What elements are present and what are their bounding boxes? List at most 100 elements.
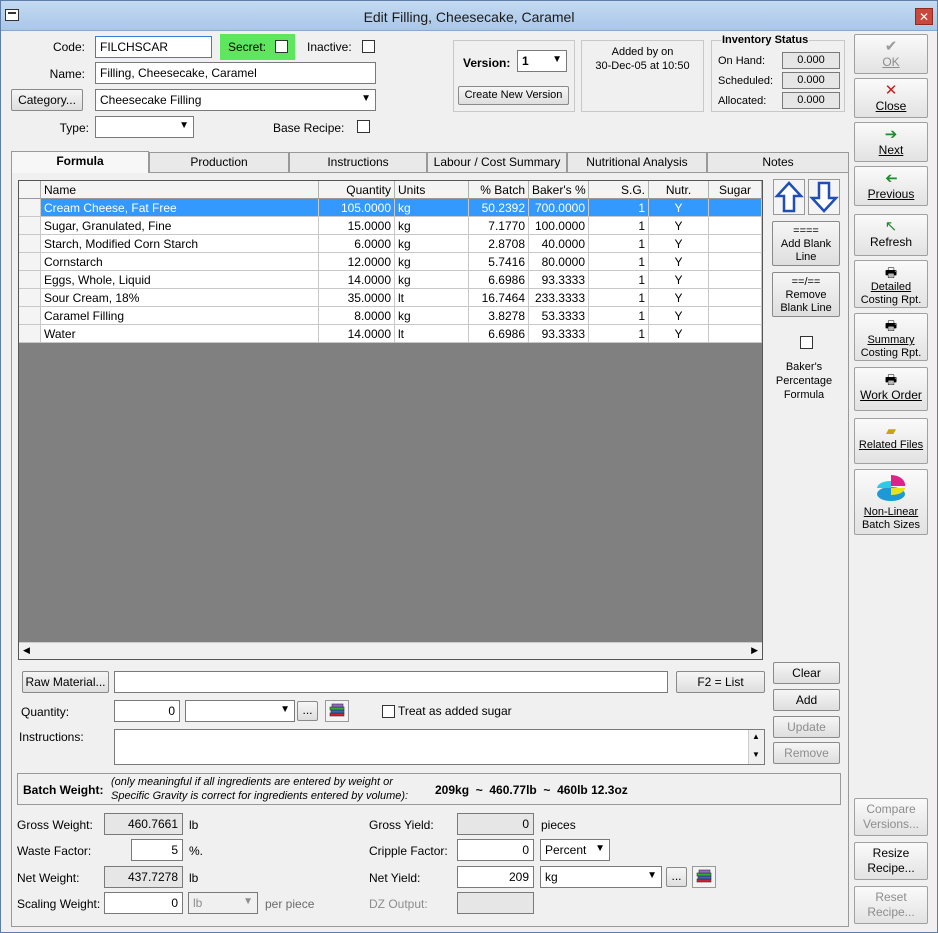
work-order-button[interactable]: 🖶 Work Order — [854, 367, 928, 411]
table-row[interactable]: Starch, Modified Corn Starch 6.0000 kg 2.87… — [19, 235, 762, 253]
refresh-button[interactable]: ↖ Refresh — [854, 214, 928, 256]
resize-recipe-button[interactable]: Resize Recipe... — [854, 842, 928, 880]
cell-name[interactable]: Starch, Modified Corn Starch — [41, 235, 319, 253]
cell-units[interactable]: kg — [395, 307, 469, 325]
next-button[interactable]: ➔ Next — [854, 122, 928, 162]
table-row[interactable]: Water 14.0000 lt 6.6986 93.3333 1 Y — [19, 325, 762, 343]
cell-bakers-pct[interactable]: 80.0000 — [529, 253, 589, 271]
row-selector[interactable] — [19, 253, 41, 271]
version-select[interactable]: 1 ▼ — [517, 50, 567, 72]
non-linear-batch-sizes-button[interactable]: Non-Linear Batch Sizes — [854, 469, 928, 535]
cell-name[interactable]: Cornstarch — [41, 253, 319, 271]
table-row[interactable]: Sour Cream, 18% 35.0000 lt 16.7464 233.3333 1… — [19, 289, 762, 307]
net-yield-books-button[interactable] — [692, 866, 716, 888]
cell-nutr[interactable]: Y — [649, 289, 709, 307]
scroll-up-icon[interactable]: ▲ — [752, 732, 760, 741]
cell-quantity[interactable]: 6.0000 — [319, 235, 395, 253]
net-yield-input[interactable]: 209 — [457, 866, 534, 888]
cripple-unit-select[interactable]: Percent ▼ — [540, 839, 610, 861]
table-row[interactable]: Sugar, Granulated, Fine 15.0000 kg 7.1770 10… — [19, 217, 762, 235]
tab-notes[interactable]: Notes — [707, 152, 849, 172]
scroll-right-icon[interactable]: ▶ — [751, 645, 758, 656]
units-more-button[interactable]: ... — [297, 701, 318, 721]
summary-costing-report-button[interactable]: 🖶 Summary Costing Rpt. — [854, 313, 928, 361]
row-selector[interactable] — [19, 325, 41, 343]
type-select[interactable]: ▼ — [95, 116, 194, 138]
raw-material-button[interactable]: Raw Material... — [22, 671, 109, 693]
table-row[interactable]: Cream Cheese, Fat Free 105.0000 kg 50.2392 7… — [19, 199, 762, 217]
instructions-scrollbar[interactable]: ▲ ▼ — [748, 730, 764, 764]
window-close-button[interactable]: ✕ — [915, 8, 933, 25]
cell-sg[interactable]: 1 — [589, 199, 649, 217]
cell-bakers-pct[interactable]: 233.3333 — [529, 289, 589, 307]
ingredient-grid[interactable]: Name Quantity Units % Batch Baker's % S.… — [18, 180, 763, 660]
col-header-sg[interactable]: S.G. — [589, 181, 649, 199]
cell-batch-pct[interactable]: 16.7464 — [469, 289, 529, 307]
cell-quantity[interactable]: 12.0000 — [319, 253, 395, 271]
cell-units[interactable]: kg — [395, 253, 469, 271]
cell-batch-pct[interactable]: 3.8278 — [469, 307, 529, 325]
update-button[interactable]: Update — [773, 716, 840, 738]
cell-quantity[interactable]: 8.0000 — [319, 307, 395, 325]
clear-button[interactable]: Clear — [773, 662, 840, 684]
cell-sugar[interactable] — [709, 217, 762, 235]
cell-batch-pct[interactable]: 50.2392 — [469, 199, 529, 217]
cell-sg[interactable]: 1 — [589, 325, 649, 343]
cell-quantity[interactable]: 14.0000 — [319, 325, 395, 343]
tab-nutritional-analysis[interactable]: Nutritional Analysis — [567, 152, 707, 172]
treat-added-sugar-checkbox[interactable] — [382, 705, 395, 718]
cell-sugar[interactable] — [709, 271, 762, 289]
cell-nutr[interactable]: Y — [649, 199, 709, 217]
scaling-weight-input[interactable]: 0 — [104, 892, 183, 914]
col-header-name[interactable]: Name — [41, 181, 319, 199]
add-blank-line-button[interactable]: ==== Add Blank Line — [772, 221, 840, 266]
category-button[interactable]: Category... — [11, 89, 83, 111]
reset-recipe-button[interactable]: Reset Recipe... — [854, 886, 928, 924]
cell-batch-pct[interactable]: 2.8708 — [469, 235, 529, 253]
horizontal-scrollbar[interactable]: ◀ ▶ — [19, 642, 762, 659]
col-header-sugar[interactable]: Sugar — [709, 181, 762, 199]
cell-name[interactable]: Sour Cream, 18% — [41, 289, 319, 307]
code-input[interactable]: FILCHSCAR — [95, 36, 212, 58]
cell-quantity[interactable]: 14.0000 — [319, 271, 395, 289]
cell-quantity[interactable]: 105.0000 — [319, 199, 395, 217]
cell-nutr[interactable]: Y — [649, 253, 709, 271]
instructions-textarea[interactable]: ▲ ▼ — [114, 729, 765, 765]
cell-name[interactable]: Eggs, Whole, Liquid — [41, 271, 319, 289]
cell-nutr[interactable]: Y — [649, 217, 709, 235]
row-selector[interactable] — [19, 271, 41, 289]
cell-batch-pct[interactable]: 6.6986 — [469, 325, 529, 343]
row-selector[interactable] — [19, 217, 41, 235]
cell-sg[interactable]: 1 — [589, 253, 649, 271]
category-select[interactable]: Cheesecake Filling ▼ — [95, 89, 376, 111]
cell-bakers-pct[interactable]: 100.0000 — [529, 217, 589, 235]
tab-production[interactable]: Production — [149, 152, 289, 172]
cell-sugar[interactable] — [709, 199, 762, 217]
detailed-costing-report-button[interactable]: 🖶 Detailed Costing Rpt. — [854, 260, 928, 308]
cell-units[interactable]: kg — [395, 217, 469, 235]
col-header-units[interactable]: Units — [395, 181, 469, 199]
net-yield-unit-select[interactable]: kg ▼ — [540, 866, 662, 888]
table-row[interactable]: Caramel Filling 8.0000 kg 3.8278 53.3333 1 Y — [19, 307, 762, 325]
inactive-checkbox[interactable] — [362, 40, 375, 53]
row-selector[interactable] — [19, 289, 41, 307]
move-down-button[interactable] — [808, 179, 840, 215]
row-selector[interactable] — [19, 307, 41, 325]
row-selector[interactable] — [19, 199, 41, 217]
cell-batch-pct[interactable]: 6.6986 — [469, 271, 529, 289]
scaling-unit-select[interactable]: lb ▼ — [188, 892, 258, 914]
cell-name[interactable]: Cream Cheese, Fat Free — [41, 199, 319, 217]
cell-name[interactable]: Caramel Filling — [41, 307, 319, 325]
cell-sugar[interactable] — [709, 325, 762, 343]
f2-list-button[interactable]: F2 = List — [676, 671, 765, 693]
cell-sugar[interactable] — [709, 235, 762, 253]
quantity-units-select[interactable]: ▼ — [185, 700, 295, 722]
raw-material-input[interactable] — [114, 671, 668, 693]
cell-sg[interactable]: 1 — [589, 271, 649, 289]
cell-quantity[interactable]: 15.0000 — [319, 217, 395, 235]
tab-labour-cost-summary[interactable]: Labour / Cost Summary — [427, 152, 567, 172]
related-files-button[interactable]: ▰ Related Files — [854, 418, 928, 464]
cell-batch-pct[interactable]: 5.7416 — [469, 253, 529, 271]
cell-sugar[interactable] — [709, 253, 762, 271]
cell-nutr[interactable]: Y — [649, 307, 709, 325]
